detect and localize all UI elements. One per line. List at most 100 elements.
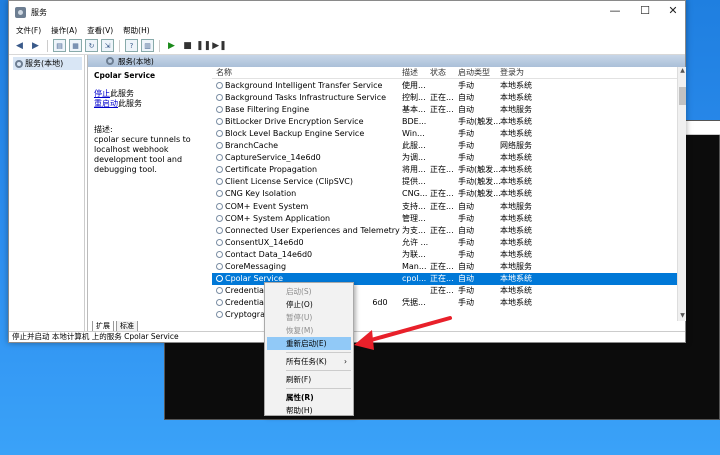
menu-separator: [286, 388, 351, 389]
restart-service-link[interactable]: 重启动: [94, 99, 118, 108]
table-row[interactable]: Base Filtering Engine 基本... 正在... 自动 本地服务: [212, 103, 686, 115]
description-pane: Cpolar Service 停止此服务 重启动此服务 描述: cpolar s…: [88, 67, 210, 321]
pause-icon[interactable]: ❚❚: [196, 39, 211, 52]
col-log-on-as[interactable]: 登录为: [500, 67, 540, 78]
table-row[interactable]: Connected User Experiences and Telemetry…: [212, 224, 686, 236]
col-status[interactable]: 状态: [430, 67, 458, 78]
table-row[interactable]: BranchCache 此服... 手动 网络服务: [212, 140, 686, 152]
service-name-cell: BranchCache: [212, 141, 402, 150]
menu-view[interactable]: 查看(V): [87, 25, 113, 36]
table-row[interactable]: BitLocker Drive Encryption Service BDE...…: [212, 115, 686, 127]
table-row[interactable]: Client License Service (ClipSVC) 提供... 手动(…: [212, 176, 686, 188]
menu-separator: [286, 370, 351, 371]
menu-action[interactable]: 操作(A): [51, 25, 77, 36]
description-label: 描述:: [94, 125, 113, 134]
table-row[interactable]: CoreMessaging Man... 正在... 自动 本地服务: [212, 261, 686, 273]
col-startup-type[interactable]: 启动类型: [458, 67, 500, 78]
table-row[interactable]: CNG Key Isolation CNG... 正在... 手动(触发... 本地系统: [212, 188, 686, 200]
minimize-icon[interactable]: —: [601, 4, 629, 17]
service-gear-icon: [216, 117, 223, 125]
service-desc-cell: 允许 ...: [402, 237, 429, 247]
menu-separator: [286, 352, 351, 353]
table-row[interactable]: Certificate Propagation 将用... 正在... 手动(触发..…: [212, 164, 686, 176]
refresh-icon[interactable]: ↻: [85, 39, 98, 52]
scroll-thumb[interactable]: [679, 87, 686, 105]
context-menu-item[interactable]: 所有任务(K) ›: [265, 355, 353, 368]
service-gear-icon: [216, 178, 223, 186]
export-list-icon[interactable]: ⇲: [101, 39, 114, 52]
service-logon-cell: 本地系统: [500, 80, 532, 90]
context-menu-item: 启动(S): [265, 285, 353, 298]
col-description[interactable]: 描述: [402, 67, 430, 78]
stop-icon[interactable]: ■: [181, 39, 194, 52]
service-gear-icon: [216, 311, 223, 319]
context-menu-item[interactable]: 帮助(H): [265, 404, 353, 417]
menu-file[interactable]: 文件(F): [16, 25, 41, 36]
back-arrow-icon[interactable]: ◀: [13, 39, 26, 52]
red-arrow-annotation: [354, 316, 452, 350]
action-pane-icon[interactable]: ▥: [141, 39, 154, 52]
maximize-icon[interactable]: ☐: [631, 4, 659, 17]
service-name-cell: Background Intelligent Transfer Service: [212, 81, 402, 90]
table-row[interactable]: Background Tasks Infrastructure Service 控…: [212, 91, 686, 103]
properties-icon[interactable]: ▦: [69, 39, 82, 52]
menu-bar: 文件(F) 操作(A) 查看(V) 帮助(H): [9, 23, 685, 37]
restart-link-suffix: 此服务: [118, 99, 142, 108]
service-logon-cell: 本地服务: [500, 201, 532, 211]
service-name-cell: BitLocker Drive Encryption Service: [212, 117, 402, 126]
service-startup-cell: 手动: [458, 129, 474, 139]
panel-header-label: 服务(本地): [118, 56, 154, 66]
console-tree-icon[interactable]: ▤: [53, 39, 66, 52]
service-logon-cell: 本地系统: [500, 225, 532, 235]
context-menu-item[interactable]: 刷新(F): [265, 373, 353, 386]
service-desc-cell: 提供...: [402, 177, 426, 187]
stop-service-link[interactable]: 停止: [94, 89, 110, 98]
service-gear-icon: [216, 130, 223, 138]
context-menu-label: 属性(R): [286, 393, 314, 402]
scroll-up-icon[interactable]: ▲: [678, 67, 686, 76]
context-menu-item[interactable]: 重新启动(E): [267, 337, 351, 350]
close-icon[interactable]: ✕: [659, 4, 687, 17]
table-row[interactable]: Background Intelligent Transfer Service 使…: [212, 79, 686, 91]
context-menu-item[interactable]: 停止(O): [265, 298, 353, 311]
service-logon-cell: 本地系统: [500, 237, 532, 247]
list-header: 名称 描述 状态 启动类型 登录为: [212, 67, 686, 80]
service-name-cell: Contact Data_14e6d0: [212, 250, 402, 259]
table-row[interactable]: COM+ Event System 支持... 正在... 自动 本地服务: [212, 200, 686, 212]
vertical-scrollbar[interactable]: ▲ ▼: [677, 67, 686, 321]
context-menu-label: 重新启动(E): [286, 339, 327, 348]
service-gear-icon: [216, 214, 223, 222]
play-icon[interactable]: ▶: [165, 39, 178, 52]
service-name: CoreMessaging: [225, 262, 287, 272]
service-desc-cell: 为支...: [402, 225, 426, 235]
service-startup-cell: 手动: [458, 298, 474, 308]
context-menu-label: 停止(O): [286, 300, 313, 309]
gear-icon: [15, 59, 23, 68]
service-name: Client License Service (ClipSVC): [225, 177, 354, 187]
forward-arrow-icon[interactable]: ▶: [29, 39, 42, 52]
context-menu: 启动(S) 停止(O) 暂停(U) 恢复(M) 重新启动(E) 所有任务(K) › 刷新(F)…: [264, 282, 354, 416]
service-gear-icon: [216, 202, 223, 210]
service-status-cell: 正在...: [430, 262, 454, 272]
menu-help[interactable]: 帮助(H): [123, 25, 150, 36]
context-menu-label: 刷新(F): [286, 375, 312, 384]
service-startup-cell: 自动: [458, 104, 474, 114]
table-row[interactable]: ConsentUX_14e6d0 允许 ... 手动 本地系统: [212, 236, 686, 248]
service-gear-icon: [216, 93, 223, 101]
tree-node-services-local[interactable]: 服务(本地): [13, 57, 82, 70]
table-row[interactable]: Block Level Backup Engine Service Win... 手…: [212, 127, 686, 139]
restart-icon[interactable]: ▶❚: [212, 39, 226, 52]
context-menu-item[interactable]: 属性(R): [265, 391, 353, 404]
service-logon-cell: 本地系统: [500, 213, 532, 223]
table-row[interactable]: Contact Data_14e6d0 为联... 手动 本地系统: [212, 248, 686, 260]
service-logon-cell: 本地系统: [500, 129, 532, 139]
help-icon[interactable]: ?: [125, 39, 138, 52]
service-logon-cell: 本地系统: [500, 177, 532, 187]
service-status-cell: 正在...: [430, 201, 454, 211]
scroll-down-icon[interactable]: ▼: [678, 312, 686, 321]
col-name[interactable]: 名称: [212, 67, 402, 78]
service-name: Background Tasks Infrastructure Service: [225, 92, 387, 102]
table-row[interactable]: CaptureService_14e6d0 为调... 手动 本地系统: [212, 152, 686, 164]
service-gear-icon: [216, 250, 223, 258]
table-row[interactable]: COM+ System Application 管理... 手动 本地系统: [212, 212, 686, 224]
